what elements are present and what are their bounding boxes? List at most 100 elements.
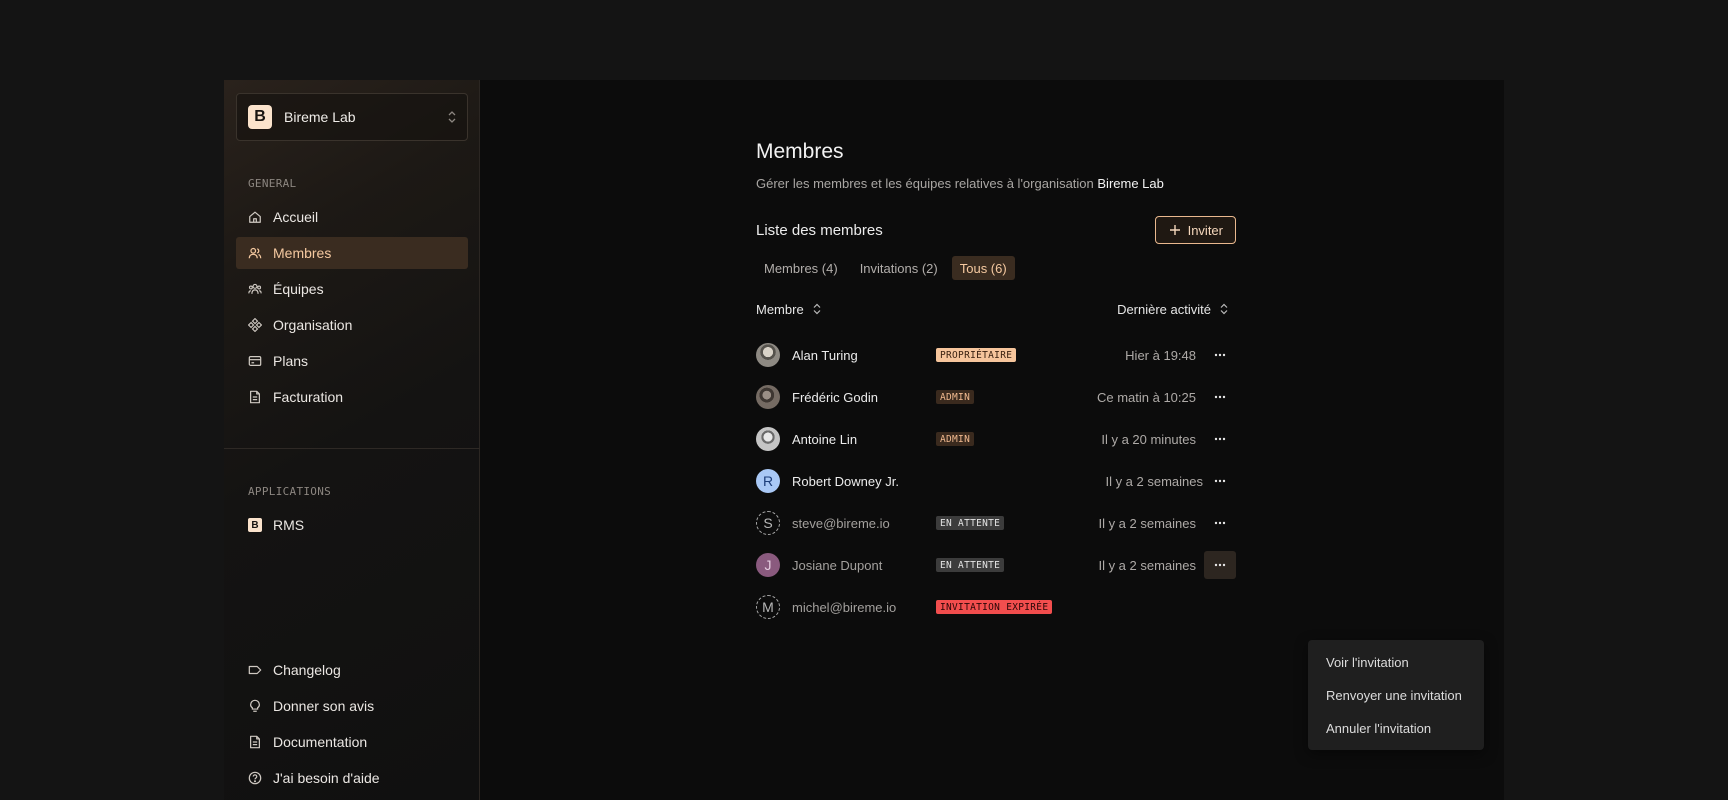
member-name: Alan Turing [792, 347, 858, 363]
row-actions-button[interactable] [1204, 383, 1236, 411]
members-table: Alan Turing PROPRIÉTAIRE Hier à 19:48 Fr… [756, 334, 1236, 628]
last-activity: Hier à 19:48 [1125, 347, 1196, 363]
sidebar-divider [224, 448, 480, 449]
sidebar-item-label: Facturation [273, 389, 344, 405]
row-actions-button[interactable] [1204, 341, 1236, 369]
sidebar-item-label: Équipes [273, 281, 324, 297]
members-list-header: Liste des membres Inviter [756, 216, 1236, 244]
sidebar-item-membres[interactable]: Membres [236, 237, 468, 269]
table-row: Antoine Lin ADMIN Il y a 20 minutes [756, 418, 1236, 460]
home-icon [249, 211, 261, 223]
avatar: R [756, 469, 780, 493]
last-activity: Il y a 2 semaines [1098, 515, 1196, 531]
rms-logo: B [248, 518, 262, 532]
avatar [756, 427, 780, 451]
sidebar-item-accueil[interactable]: Accueil [236, 201, 468, 233]
users-icon [248, 247, 262, 259]
row-actions-button[interactable] [1204, 425, 1236, 453]
invite-button-label: Inviter [1187, 222, 1223, 238]
invite-button[interactable]: Inviter [1154, 216, 1236, 244]
avatar: M [756, 595, 780, 619]
tab-tous[interactable]: Tous (6) [951, 256, 1015, 280]
member-name: Josiane Dupont [792, 557, 883, 573]
menu-item-view-invitation[interactable]: Voir l'invitation [1308, 646, 1484, 679]
sidebar-item-label: Documentation [273, 734, 368, 750]
sidebar-item-rms[interactable]: B RMS [236, 509, 468, 541]
menu-item-cancel-invitation[interactable]: Annuler l'invitation [1308, 712, 1484, 745]
status-badge: EN ATTENTE [936, 558, 1005, 572]
member-name: steve@bireme.io [792, 515, 890, 531]
members-list-title: Liste des membres [756, 221, 883, 239]
sort-icon [813, 303, 821, 315]
avatar: S [756, 511, 780, 535]
member-name: Antoine Lin [792, 431, 858, 447]
last-activity: Il y a 2 semaines [1098, 557, 1196, 573]
page-subtitle-org: Bireme Lab [1097, 176, 1164, 191]
organisation-icon [248, 318, 262, 332]
row-actions-menu: Voir l'invitation Renvoyer une invitatio… [1308, 640, 1484, 750]
main-content: Membres Gérer les membres et les équipes… [480, 80, 1504, 800]
sidebar-item-label: Accueil [273, 209, 319, 225]
avatar: J [756, 553, 780, 577]
tab-membres[interactable]: Membres (4) [756, 256, 846, 280]
table-row: Frédéric Godin ADMIN Ce matin à 10:25 [756, 376, 1236, 418]
tag-icon [248, 665, 262, 675]
status-badge: EN ATTENTE [936, 516, 1005, 530]
role-badge: ADMIN [936, 390, 975, 404]
sort-icon [1220, 303, 1228, 315]
table-row: Alan Turing PROPRIÉTAIRE Hier à 19:48 [756, 334, 1236, 376]
table-row: R Robert Downey Jr. Il y a 2 semaines [756, 460, 1236, 502]
sidebar-item-help[interactable]: J'ai besoin d'aide [236, 762, 468, 794]
members-page: Membres Gérer les membres et les équipes… [756, 140, 1484, 750]
credit-card-icon [248, 356, 262, 366]
sidebar-item-label: Donner son avis [273, 698, 375, 714]
section-label-general: GENERAL [248, 177, 297, 190]
row-actions-button[interactable] [1204, 467, 1236, 495]
last-activity: Il y a 2 semaines [1105, 473, 1203, 489]
row-actions-button[interactable] [1204, 551, 1236, 579]
sidebar-item-changelog[interactable]: Changelog [236, 654, 468, 686]
sidebar-item-label: Organisation [273, 317, 353, 333]
footer-nav: Changelog Donner son avis Documentation … [236, 654, 468, 798]
sidebar-item-plans[interactable]: Plans [236, 345, 468, 377]
teams-icon [248, 283, 262, 294]
member-name: michel@bireme.io [792, 599, 897, 615]
help-icon [248, 771, 262, 785]
tab-invitations[interactable]: Invitations (2) [852, 256, 946, 280]
row-actions-button[interactable] [1204, 509, 1236, 537]
sidebar-item-label: Changelog [273, 662, 341, 678]
sidebar-item-documentation[interactable]: Documentation [236, 726, 468, 758]
member-filter-tabs: Membres (4) Invitations (2) Tous (6) [756, 256, 1236, 280]
column-header-label: Dernière activité [1117, 301, 1211, 317]
more-horizontal-icon [1214, 437, 1226, 441]
role-badge: PROPRIÉTAIRE [936, 348, 1017, 362]
sidebar-item-facturation[interactable]: Facturation [236, 381, 468, 413]
sidebar-item-feedback[interactable]: Donner son avis [236, 690, 468, 722]
member-name: Frédéric Godin [792, 389, 878, 405]
more-horizontal-icon [1214, 521, 1226, 525]
column-header-member[interactable]: Membre [756, 302, 822, 317]
avatar [756, 385, 780, 409]
menu-item-resend-invitation[interactable]: Renvoyer une invitation [1308, 679, 1484, 712]
app-window: B Bireme Lab GENERAL Accueil Membres Équ… [224, 80, 1504, 800]
column-header-label: Membre [756, 301, 804, 317]
organization-switcher[interactable]: B Bireme Lab [236, 93, 468, 141]
applications-nav: B RMS [236, 509, 468, 545]
more-horizontal-icon [1214, 395, 1226, 399]
section-label-applications: APPLICATIONS [248, 485, 332, 498]
sidebar-item-equipes[interactable]: Équipes [236, 273, 468, 305]
page-title: Membres [756, 140, 844, 163]
table-row: M michel@bireme.io INVITATION EXPIRÉE [756, 586, 1236, 628]
general-nav: Accueil Membres Équipes Organisation Pla… [236, 201, 468, 417]
chevron-up-down-icon [448, 111, 456, 123]
table-row: J Josiane Dupont EN ATTENTE Il y a 2 sem… [756, 544, 1236, 586]
sidebar-item-label: Membres [273, 245, 332, 261]
organization-name: Bireme Lab [284, 109, 356, 125]
more-horizontal-icon [1214, 479, 1226, 483]
sidebar-item-label: J'ai besoin d'aide [273, 770, 380, 786]
more-horizontal-icon [1214, 563, 1226, 567]
sidebar-item-organisation[interactable]: Organisation [236, 309, 468, 341]
sidebar-item-label: RMS [273, 517, 305, 533]
column-header-last-activity[interactable]: Dernière activité [1117, 302, 1229, 317]
last-activity: Ce matin à 10:25 [1096, 389, 1196, 405]
